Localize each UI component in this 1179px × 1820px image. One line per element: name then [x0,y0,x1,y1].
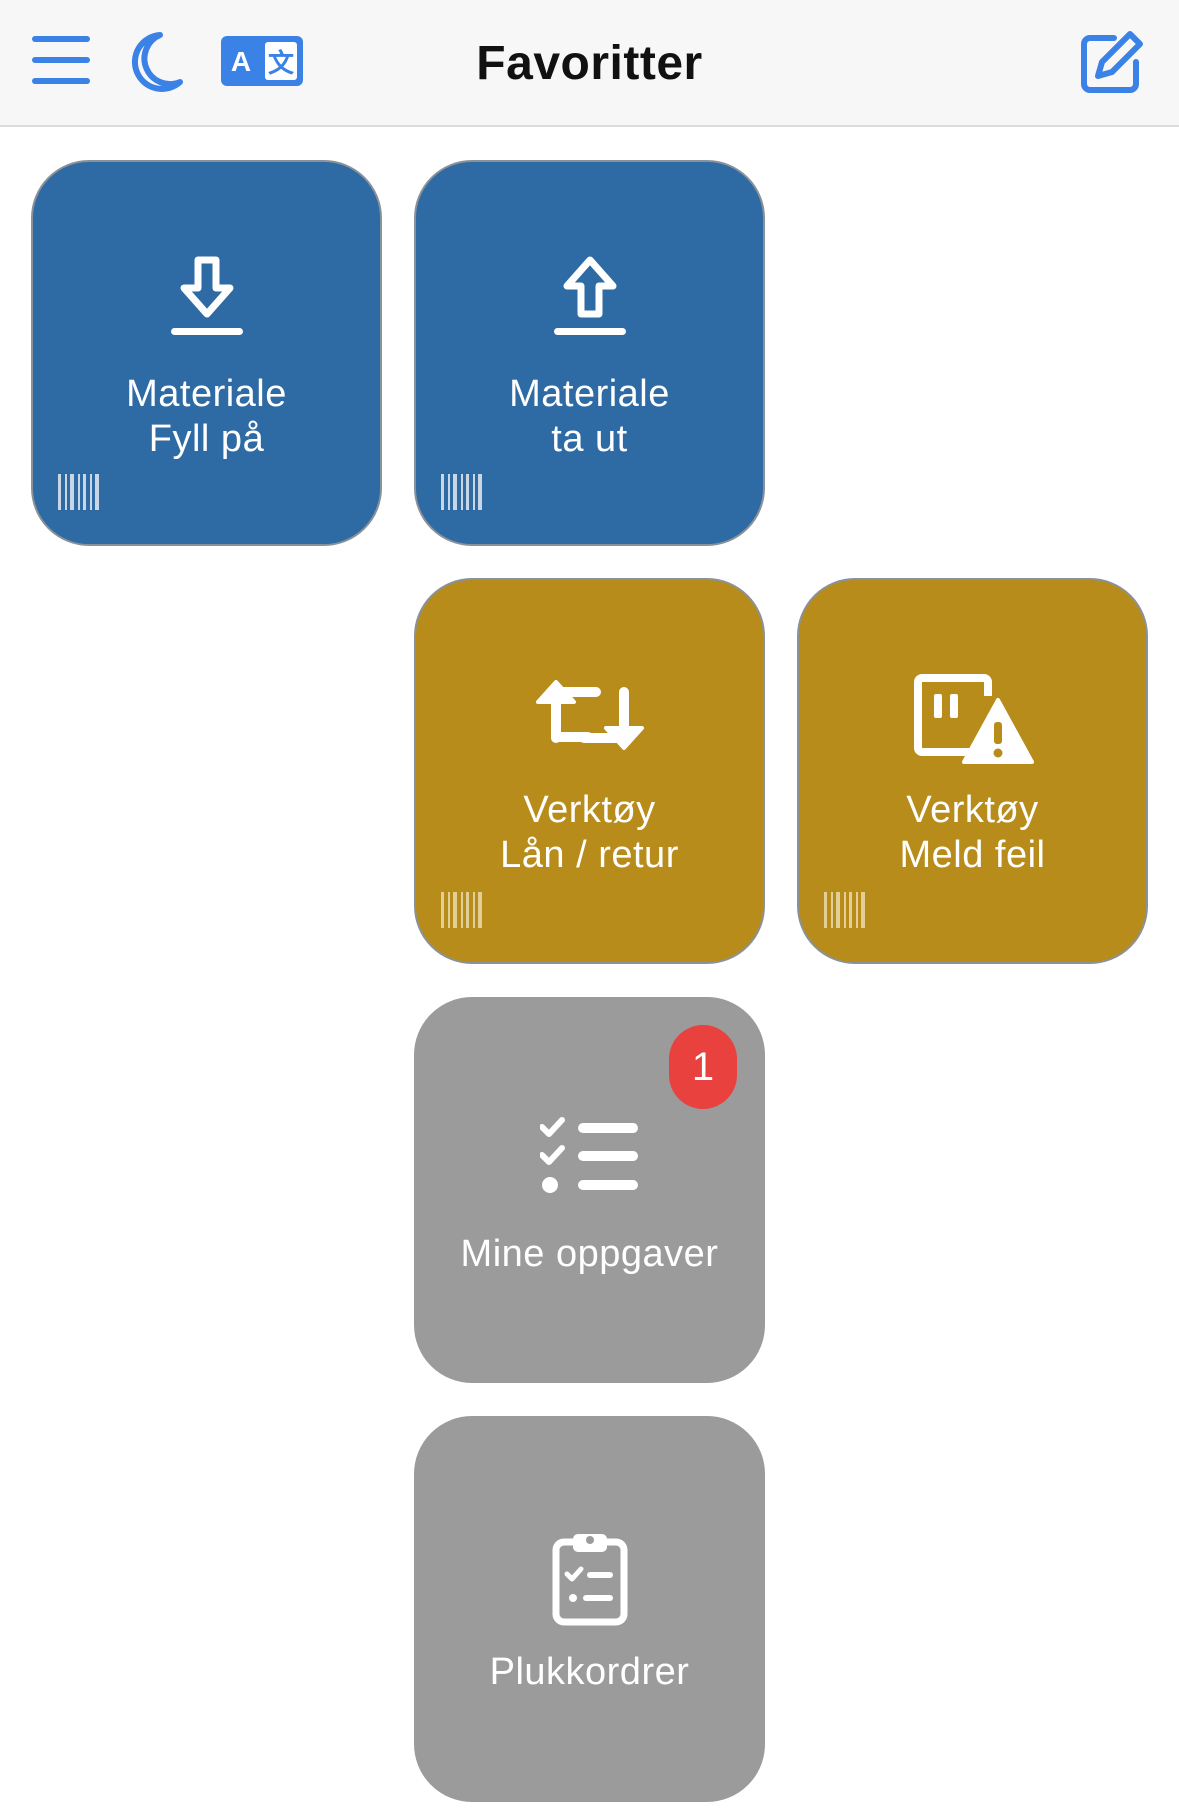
barcode-icon [58,474,99,510]
download-icon [170,256,243,335]
tile-label-line1: Materiale [126,373,287,415]
barcode-icon [441,474,482,510]
top-bar: A 文 Favoritter [0,0,1179,127]
loan-return-icon [535,680,644,750]
clipboard-checklist-icon [552,1534,627,1626]
barcode-icon [441,892,482,928]
tile-label-line2: ta ut [551,418,628,460]
tile-label: Plukkordrer [489,1651,690,1693]
task-list-icon [539,1117,638,1193]
barcode-icon [824,892,865,928]
report-fault-icon [913,674,1034,764]
tile-materiale-fyll-pa[interactable]: Materiale Fyll på [31,160,382,546]
tile-verktoy-lan-retur[interactable]: Verktøy Lån / retur [414,578,765,964]
tile-label-line2: Lån / retur [500,834,679,876]
tile-label-line1: Verktøy [523,789,656,831]
tile-plukkordrer[interactable]: Plukkordrer [414,1416,765,1802]
tile-materiale-ta-ut[interactable]: Materiale ta ut [414,160,765,546]
page-title: Favoritter [476,37,703,90]
tile-mine-oppgaver[interactable]: 1 Mine oppgaver [414,997,765,1383]
tile-verktoy-meld-feil[interactable]: Verktøy Meld feil [797,578,1148,964]
tile-label-line1: Materiale [509,373,670,415]
notification-badge: 1 [669,1025,737,1109]
upload-icon [553,256,626,335]
edit-icon[interactable] [1080,30,1146,94]
tile-label-line1: Verktøy [906,789,1039,831]
tile-label-line2: Meld feil [899,834,1046,876]
tile-label: Mine oppgaver [460,1233,719,1275]
tile-label-line2: Fyll på [148,418,265,460]
